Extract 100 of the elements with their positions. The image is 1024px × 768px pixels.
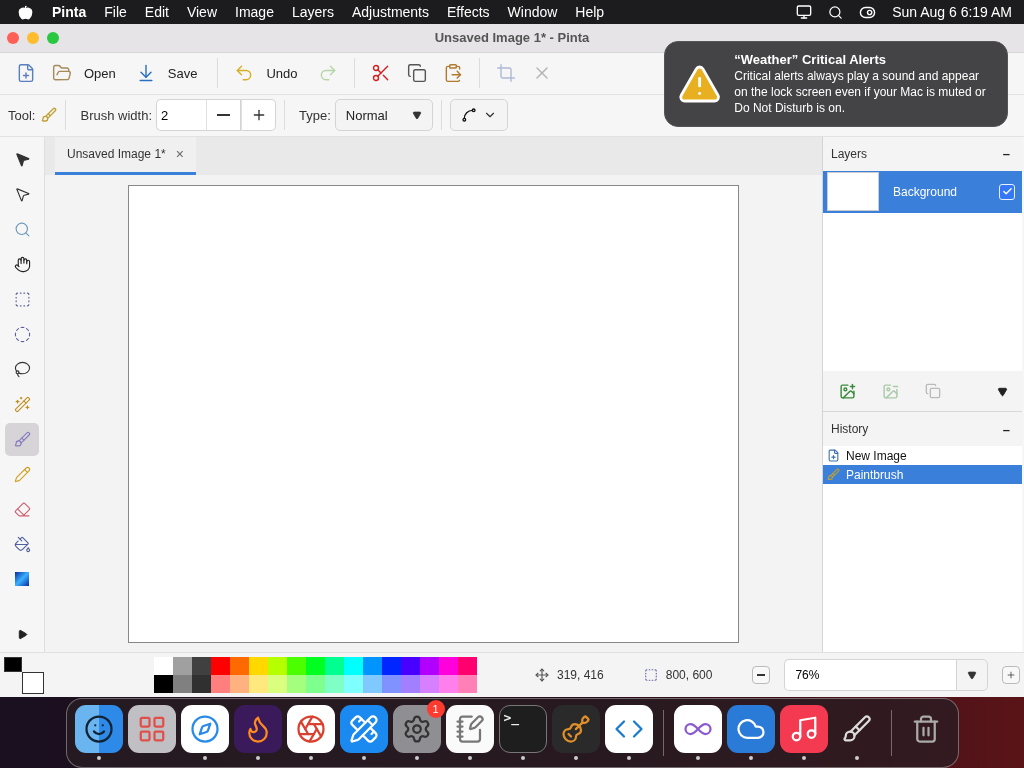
menu-clock[interactable]: Sun Aug 6 6:19 AM	[892, 4, 1012, 20]
delete-layer-button[interactable]	[882, 382, 899, 400]
palette-swatch[interactable]	[420, 657, 439, 676]
search-icon[interactable]	[828, 4, 844, 20]
guitar-icon[interactable]	[551, 705, 600, 753]
menu-item[interactable]: Effects	[438, 4, 499, 20]
menu-item[interactable]: View	[177, 4, 226, 20]
palette-swatch[interactable]	[458, 675, 477, 694]
palette-swatch[interactable]	[363, 675, 382, 694]
palette-swatch[interactable]	[192, 675, 211, 694]
decrease-button[interactable]	[206, 99, 241, 132]
palette-swatch[interactable]	[268, 675, 287, 694]
antialias-dropdown[interactable]	[449, 99, 508, 132]
pencil-ruler-icon[interactable]	[339, 705, 388, 753]
palette-swatch[interactable]	[325, 657, 344, 676]
palette-swatch[interactable]	[287, 675, 306, 694]
secondary-color-swatch[interactable]	[22, 672, 44, 695]
palette-swatch[interactable]	[268, 657, 287, 676]
collapse-button[interactable]: –	[998, 421, 1014, 437]
zoom-window-button[interactable]	[47, 31, 59, 44]
undo-button[interactable]: Undo	[226, 56, 306, 91]
palette-swatch[interactable]	[230, 657, 249, 676]
document-tab[interactable]: Unsaved Image 1* ×	[55, 136, 196, 175]
duplicate-layer-button[interactable]	[925, 383, 941, 400]
selection-size-icon	[643, 668, 658, 683]
palette-swatch[interactable]	[344, 657, 363, 676]
menu-item[interactable]: Image	[226, 4, 283, 20]
increase-button[interactable]	[241, 99, 276, 132]
open-button[interactable]: Open	[44, 56, 124, 91]
menu-item[interactable]: Window	[498, 4, 567, 20]
menu-item[interactable]: Edit	[135, 4, 178, 20]
palette-swatch[interactable]	[173, 657, 192, 676]
palette-swatch[interactable]	[306, 657, 325, 676]
palette-swatch[interactable]	[439, 657, 458, 676]
layer-row[interactable]: Background	[823, 170, 1022, 213]
zoom-out-button[interactable]	[752, 666, 771, 685]
palette-swatch[interactable]	[192, 657, 211, 676]
gradient-icon	[15, 572, 29, 587]
palette-swatch[interactable]	[439, 675, 458, 694]
cloud-icon[interactable]	[726, 705, 775, 753]
notification-banner[interactable]: “Weather” Critical Alerts Critical alerts always play a sound and appear on the lock screen even if your Mac is muted or Do Not Disturb is on.	[664, 41, 1008, 127]
menu-item[interactable]: Help	[566, 4, 614, 20]
menu-item[interactable]: File	[95, 4, 136, 20]
palette-swatch[interactable]	[382, 657, 401, 676]
infinity-icon[interactable]	[673, 705, 722, 753]
palette-swatch[interactable]	[306, 675, 325, 694]
pencil-icon	[13, 465, 31, 483]
add-layer-button[interactable]	[839, 382, 856, 400]
palette-swatch[interactable]	[325, 675, 344, 694]
primary-color-swatch[interactable]	[4, 657, 22, 673]
copy-icon	[925, 383, 941, 400]
palette-swatch[interactable]	[344, 675, 363, 694]
notepad-icon[interactable]	[445, 705, 494, 753]
menu-item[interactable]: Pinta	[43, 4, 96, 20]
zoom-in-button[interactable]	[1002, 666, 1021, 685]
menu-item[interactable]: Adjustments	[342, 4, 438, 20]
zoom-field[interactable]: 76%	[784, 659, 957, 692]
code-editor-icon[interactable]	[604, 705, 653, 753]
aperture-icon[interactable]	[286, 705, 335, 753]
tool-label: Tool:	[8, 107, 36, 123]
palette-swatch[interactable]	[211, 657, 230, 676]
palette-swatch[interactable]	[154, 657, 173, 676]
palette-swatch[interactable]	[458, 657, 477, 676]
dashed-square-icon	[13, 290, 31, 308]
palette-swatch[interactable]	[173, 675, 192, 694]
palette-swatch[interactable]	[287, 657, 306, 676]
palette-swatch[interactable]	[382, 675, 401, 694]
terminal-icon[interactable]: >_	[498, 705, 547, 753]
visibility-checkbox[interactable]	[999, 183, 1015, 200]
palette-swatch[interactable]	[249, 675, 268, 694]
paintbrush-icon	[827, 468, 840, 482]
save-button[interactable]: Save	[127, 56, 206, 91]
face-icon[interactable]	[74, 705, 123, 753]
palette-swatch[interactable]	[401, 675, 420, 694]
screens-icon[interactable]	[796, 4, 813, 20]
close-tab-button[interactable]: ×	[175, 146, 184, 163]
palette-swatch[interactable]	[420, 675, 439, 694]
collapse-button[interactable]: –	[998, 146, 1014, 162]
palette-swatch[interactable]	[154, 675, 173, 694]
type-dropdown[interactable]: Normal	[334, 99, 433, 132]
history-title: History	[831, 422, 869, 437]
palette-swatch[interactable]	[211, 675, 230, 694]
palette-swatch[interactable]	[401, 657, 420, 676]
menu-item[interactable]: Layers	[282, 4, 343, 20]
palette-swatch[interactable]	[249, 657, 268, 676]
palette-swatch[interactable]	[363, 657, 382, 676]
app-grid-icon[interactable]	[127, 705, 176, 753]
brush-width-field[interactable]: 2	[156, 99, 206, 132]
zoom-dropdown-button[interactable]	[956, 659, 989, 692]
lasso-icon	[13, 360, 31, 378]
history-item[interactable]: Paintbrush	[823, 465, 1022, 485]
palette-swatch[interactable]	[230, 675, 249, 694]
flame-icon[interactable]	[233, 705, 282, 753]
layer-menu-button[interactable]	[997, 385, 1008, 397]
close-window-button[interactable]	[7, 31, 19, 44]
apple-icon[interactable]	[18, 4, 33, 20]
compass-icon[interactable]	[180, 705, 229, 753]
paint-bucket-icon	[13, 535, 31, 553]
gear-icon[interactable]	[392, 705, 441, 753]
music-note-icon[interactable]	[779, 705, 828, 753]
